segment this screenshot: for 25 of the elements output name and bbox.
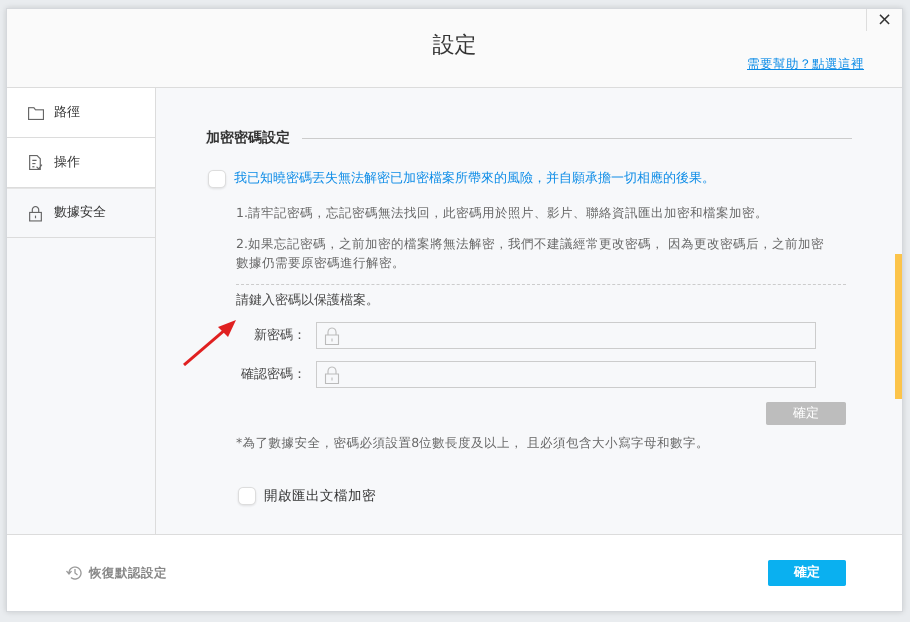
consent-label: 我已知曉密碼丟失無法解密已加密檔案所帶來的風險，并自願承擔一切相應的後果。	[234, 170, 715, 188]
reset-button[interactable]: 恢復默認設定	[65, 563, 167, 583]
password-field[interactable]	[316, 322, 816, 349]
field-label: 確認密碼：	[240, 366, 307, 384]
lock-icon	[323, 326, 341, 346]
note-text: 2.如果忘記密碼，之前加密的檔案將無法解密，我們不建議經常更改密碼， 因為更改密碼后，之前加密數據仍需要原密碼進行解密。	[236, 234, 825, 272]
checkbox[interactable]	[238, 487, 256, 506]
dialog-title: 設定	[432, 32, 476, 60]
folder-icon	[27, 104, 44, 121]
sidebar-item[interactable]: 數據安全	[7, 188, 156, 238]
section-heading: 加密密碼設定	[206, 128, 290, 148]
close-button[interactable]: ×	[866, 9, 902, 31]
note-text: 1.請牢記密碼，忘記密碼無法找回，此密碼用於照片、影片、聯絡資訊匯出加密和檔案加密。	[236, 204, 769, 222]
lock-icon	[323, 364, 341, 384]
requirement-text: *為了數據安全，密碼必須設置8位數長度及以上， 且必須包含大小寫字母和數字。	[236, 434, 710, 452]
sidebar-item[interactable]: 路徑	[7, 88, 156, 138]
export-option-label: 開啟匯出文檔加密	[264, 487, 376, 506]
document-icon	[27, 154, 44, 171]
sidebar-item[interactable]: 操作	[7, 138, 156, 188]
checkbox[interactable]	[208, 170, 226, 188]
password-field[interactable]	[316, 361, 816, 388]
prompt-text: 請鍵入密碼以保護檔案。	[236, 292, 380, 310]
lock-icon	[27, 204, 44, 222]
scrollbar-thumb[interactable]	[895, 254, 902, 399]
field-label: 新密碼：	[253, 326, 307, 345]
